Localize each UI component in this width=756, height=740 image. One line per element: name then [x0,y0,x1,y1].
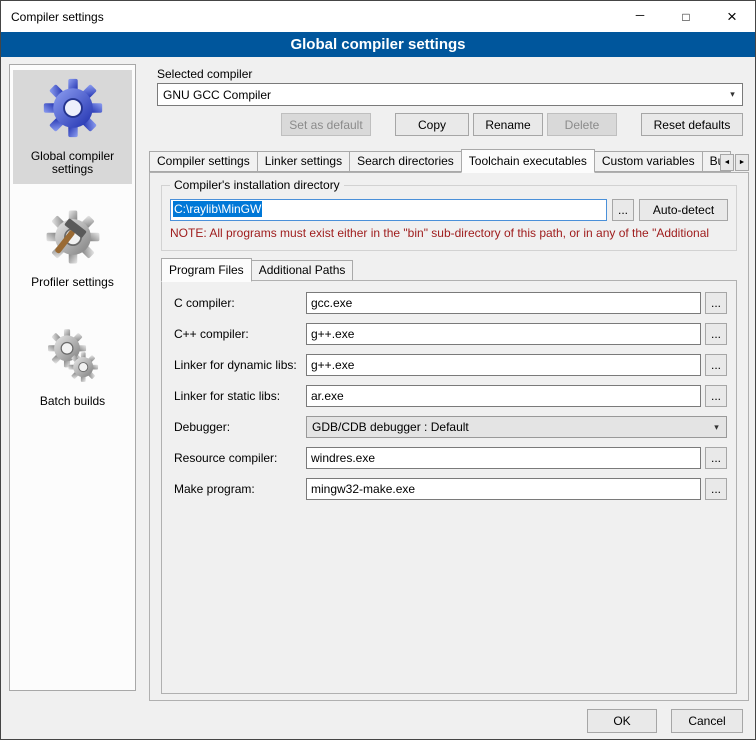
c-compiler-input[interactable] [306,292,701,314]
settings-tabbar: Compiler settings Linker settings Search… [149,149,730,172]
sidebar-item-global-compiler-settings[interactable]: Global compiler settings [13,70,132,184]
sidebar-item-label: Profiler settings [15,276,130,289]
arrow-right-icon: ► [739,159,746,166]
linker-dynamic-browse-button[interactable]: ... [705,354,727,376]
cpp-compiler-label: C++ compiler: [174,327,306,341]
make-program-input[interactable] [306,478,701,500]
linker-static-input[interactable] [306,385,701,407]
make-program-label: Make program: [174,482,306,496]
tab-compiler-settings[interactable]: Compiler settings [149,151,258,172]
page-title: Global compiler settings [1,32,755,57]
delete-button[interactable]: Delete [547,113,617,136]
resource-compiler-input[interactable] [306,447,701,469]
form-row: Debugger: GDB/CDB debugger : Default ▾ [174,416,727,438]
program-files-panel: C compiler: ... C++ compiler: ... Linker… [161,280,737,694]
compiler-select-value: GNU GCC Compiler [163,88,271,102]
reset-defaults-button[interactable]: Reset defaults [641,113,743,136]
tab-linker-settings[interactable]: Linker settings [257,151,350,172]
tab-scroll-right-button[interactable]: ► [735,154,749,171]
sidebar-item-label: Global compiler settings [15,150,130,176]
resource-compiler-browse-button[interactable]: ... [705,447,727,469]
linker-static-browse-button[interactable]: ... [705,385,727,407]
installation-directory-value: C:\raylib\MinGW [173,201,262,217]
minimize-icon: ─ [636,8,645,22]
c-compiler-label: C compiler: [174,296,306,310]
bin-subdirectory-note: NOTE: All programs must exist either in … [170,226,728,240]
form-row: Make program: ... [174,478,727,500]
installation-directory-groupbox: Compiler's installation directory C:\ray… [161,185,737,251]
sidebar-item-profiler-settings[interactable]: Profiler settings [13,202,132,297]
tab-scroll-left-button[interactable]: ◄ [720,154,734,171]
minimize-button[interactable]: ─ [617,1,663,32]
debugger-select-value: GDB/CDB debugger : Default [312,420,469,434]
form-row: Linker for static libs: ... [174,385,727,407]
auto-detect-button[interactable]: Auto-detect [639,199,728,221]
compiler-settings-window: Compiler settings ─ □ × Global compiler … [0,0,756,740]
chevron-down-icon: ▾ [707,417,726,437]
arrow-left-icon: ◄ [724,159,731,166]
installation-directory-group-title: Compiler's installation directory [170,178,344,192]
set-as-default-button[interactable]: Set as default [281,113,371,136]
cpp-compiler-browse-button[interactable]: ... [705,323,727,345]
make-program-browse-button[interactable]: ... [705,478,727,500]
tab-toolchain-executables[interactable]: Toolchain executables [461,149,595,173]
tab-custom-variables[interactable]: Custom variables [594,151,703,172]
copy-button[interactable]: Copy [395,113,469,136]
rename-button[interactable]: Rename [473,113,543,136]
subtab-program-files[interactable]: Program Files [161,258,252,282]
sidebar: Global compiler settings Profiler settin… [9,64,136,691]
form-row: C++ compiler: ... [174,323,727,345]
debugger-label: Debugger: [174,420,306,434]
resource-compiler-label: Resource compiler: [174,451,306,465]
program-files-tabbar: Program Files Additional Paths [161,259,352,281]
maximize-icon: □ [682,10,689,24]
window-title: Compiler settings [1,10,104,24]
sidebar-item-batch-builds[interactable]: Batch builds [13,321,132,416]
c-compiler-browse-button[interactable]: ... [705,292,727,314]
sidebar-item-label: Batch builds [15,395,130,408]
chevron-down-icon: ▾ [723,84,742,105]
installation-directory-browse-button[interactable]: ... [612,199,634,221]
toolchain-executables-panel: Compiler's installation directory C:\ray… [149,172,749,701]
compiler-select[interactable]: GNU GCC Compiler ▾ [157,83,743,106]
linker-dynamic-label: Linker for dynamic libs: [174,358,306,372]
caption-buttons: ─ □ × [617,1,755,32]
cpp-compiler-input[interactable] [306,323,701,345]
batch-builds-gears-icon [44,327,102,385]
blue-gear-icon [41,76,105,140]
cancel-button[interactable]: Cancel [671,709,743,733]
close-button[interactable]: × [709,1,755,32]
linker-static-label: Linker for static libs: [174,389,306,403]
close-icon: × [727,7,737,27]
profiler-gear-hammer-icon [44,208,102,266]
maximize-button[interactable]: □ [663,1,709,32]
selected-compiler-label: Selected compiler [157,67,252,81]
tab-search-directories[interactable]: Search directories [349,151,462,172]
form-row: Linker for dynamic libs: ... [174,354,727,376]
debugger-select[interactable]: GDB/CDB debugger : Default ▾ [306,416,727,438]
linker-dynamic-input[interactable] [306,354,701,376]
installation-directory-input[interactable]: C:\raylib\MinGW [170,199,607,221]
ok-button[interactable]: OK [587,709,657,733]
form-row: C compiler: ... [174,292,727,314]
titlebar: Compiler settings ─ □ × [1,1,755,32]
form-row: Resource compiler: ... [174,447,727,469]
subtab-additional-paths[interactable]: Additional Paths [251,260,354,281]
